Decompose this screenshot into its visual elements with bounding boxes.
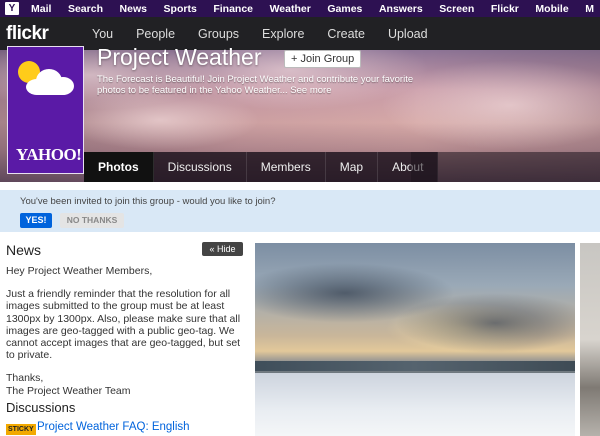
- invite-banner: You've been invited to join this group -…: [0, 190, 600, 232]
- tab-members[interactable]: Members: [247, 152, 326, 182]
- yahoo-nav-games[interactable]: Games: [327, 3, 362, 15]
- nav-create[interactable]: Create: [327, 27, 365, 41]
- news-team: The Project Weather Team: [6, 384, 131, 397]
- news-body: Hey Project Weather Members, Just a frie…: [6, 265, 246, 397]
- nav-upload[interactable]: Upload: [388, 27, 428, 41]
- yahoo-logo-icon[interactable]: Y: [5, 2, 19, 15]
- group-photo-thumbnail[interactable]: [255, 243, 575, 436]
- tab-discussions[interactable]: Discussions: [154, 152, 247, 182]
- flickr-nav-bar: flickr You People Groups Explore Create …: [0, 17, 600, 50]
- group-title: Project Weather: [97, 44, 262, 70]
- tab-map[interactable]: Map: [326, 152, 379, 182]
- flickr-nav: You People Groups Explore Create Upload: [92, 27, 451, 41]
- nav-groups[interactable]: Groups: [198, 27, 239, 41]
- yahoo-nav: Mail Search News Sports Finance Weather …: [23, 3, 600, 15]
- join-group-button[interactable]: + Join Group: [284, 50, 362, 68]
- yahoo-top-bar: Y Mail Search News Sports Finance Weathe…: [0, 0, 600, 17]
- news-signoff: Thanks,: [6, 372, 44, 385]
- cloud-icon: [26, 69, 74, 95]
- yahoo-nav-mail[interactable]: Mail: [31, 3, 51, 15]
- tabs-filler: [411, 152, 600, 182]
- hide-news-button[interactable]: « Hide: [202, 242, 243, 256]
- yahoo-avatar-text: YAHOO!: [16, 145, 82, 164]
- discussion-link-faq[interactable]: Project Weather FAQ: English: [37, 421, 190, 433]
- group-description: The Forecast is Beautiful! Join Project …: [97, 74, 414, 96]
- yahoo-nav-mobile[interactable]: Mobile: [535, 3, 568, 15]
- yahoo-nav-answers[interactable]: Answers: [379, 3, 423, 15]
- news-message: Just a friendly reminder that the resolu…: [6, 288, 241, 362]
- group-avatar[interactable]: YAHOO!: [7, 46, 84, 174]
- invite-message: You've been invited to join this group -…: [20, 196, 276, 207]
- news-heading: News: [6, 242, 42, 258]
- yahoo-nav-flickr[interactable]: Flickr: [491, 3, 519, 15]
- yahoo-nav-news[interactable]: News: [120, 3, 147, 15]
- nav-explore[interactable]: Explore: [262, 27, 304, 41]
- news-greeting: Hey Project Weather Members,: [6, 265, 153, 277]
- yahoo-nav-screen[interactable]: Screen: [439, 3, 474, 15]
- group-tabs: Photos Discussions Members Map About: [84, 152, 439, 182]
- yahoo-nav-more[interactable]: M: [585, 3, 594, 15]
- sticky-badge: STICKY: [6, 424, 36, 435]
- tab-photos[interactable]: Photos: [84, 152, 154, 182]
- yahoo-nav-weather[interactable]: Weather: [270, 3, 311, 15]
- decline-invite-button[interactable]: NO THANKS: [60, 213, 124, 228]
- nav-you[interactable]: You: [92, 27, 113, 41]
- nav-people[interactable]: People: [136, 27, 175, 41]
- yahoo-nav-search[interactable]: Search: [68, 3, 103, 15]
- flickr-logo[interactable]: flickr: [6, 23, 92, 45]
- yahoo-nav-sports[interactable]: Sports: [164, 3, 197, 15]
- accept-invite-button[interactable]: YES!: [20, 213, 52, 228]
- group-photo-thumbnail-next[interactable]: [580, 243, 600, 436]
- yahoo-nav-finance[interactable]: Finance: [213, 3, 253, 15]
- discussions-heading: Discussions: [6, 400, 76, 415]
